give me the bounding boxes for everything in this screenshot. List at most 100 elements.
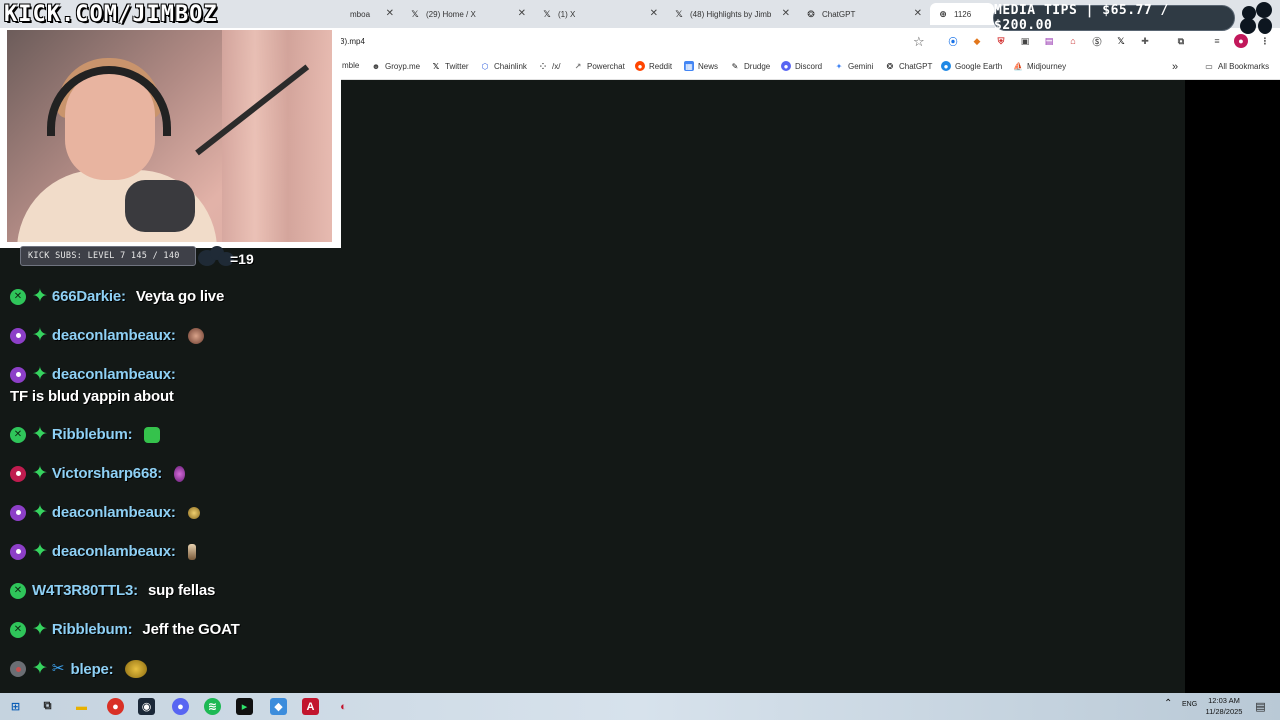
metamask-icon[interactable]: ◆ (970, 34, 984, 48)
tab-active[interactable]: ⊕ 1126 (930, 3, 994, 25)
media-tips-goal: MEDIA TIPS | $65.77 / $200.00 (993, 3, 1235, 33)
bookmark-chainlink[interactable]: ⬡ Chainlink (480, 61, 527, 71)
chevron-up-icon[interactable]: ⌃ (1164, 698, 1172, 709)
steam-icon[interactable]: ◉ (138, 698, 155, 715)
bookmark-reddit[interactable]: ● Reddit (635, 61, 672, 71)
extension-purple-icon[interactable]: ▤ (1042, 34, 1056, 48)
chat-username[interactable]: Ribblebum: (52, 621, 133, 638)
bookmark-label: News (698, 61, 719, 71)
bookmark-google-earth[interactable]: ● Google Earth (941, 61, 1002, 71)
close-icon[interactable]: ✕ (518, 8, 526, 19)
chat-username[interactable]: Victorsharp668: (52, 465, 162, 482)
task-view-icon[interactable]: ⧉ (39, 698, 56, 715)
spotify-icon[interactable]: ≋ (204, 698, 221, 715)
more-bookmarks-button[interactable]: » (1172, 61, 1178, 73)
verified-badge-icon: ✕ (10, 621, 26, 638)
sparkle-badge-icon: ✦ (32, 540, 48, 562)
bookmark-x-board[interactable]: ⁘ /x/ (538, 61, 561, 71)
bookmark-discord[interactable]: ● Discord (781, 61, 822, 71)
tab-label: (48) Highlights by Jimb (690, 9, 772, 19)
extension-red-icon[interactable]: ⌂ (1066, 34, 1080, 48)
shield-icon[interactable]: ⛨ (994, 34, 1008, 48)
bookmark-label: Drudge (744, 61, 771, 71)
bookmark-powerchat[interactable]: ↗ Powerchat (573, 61, 625, 71)
chat-username[interactable]: W4T3R80TTL3: (32, 582, 138, 599)
bookmark-label: Reddit (649, 61, 673, 71)
bookmark-label: mble (342, 61, 360, 70)
notification-icon[interactable]: ▤ (1252, 698, 1269, 715)
windows-taskbar: ⊞ ⧉ ▬ ● ◉ ● ≋ ▸ ◆ A ◐ ⌃ ENG 12:03 AM 11/… (0, 693, 1280, 720)
avatar[interactable]: ● (1234, 34, 1248, 48)
webcam-feed (7, 30, 332, 242)
media-controls-icon[interactable]: ≡ (1210, 34, 1224, 48)
bookmark-twitter[interactable]: 𝕏 Twitter (431, 61, 469, 71)
chat-username[interactable]: deaconlambeaux: (52, 543, 176, 560)
chat-message: ✦ deaconlambeaux: (10, 503, 200, 522)
chat-message: ✦ Victorsharp668: (10, 464, 186, 483)
puzzle-icon[interactable]: ✚ (1138, 34, 1152, 48)
bookmark-drudge[interactable]: ✎ Drudge (730, 61, 771, 71)
chat-username[interactable]: 666Darkie: (52, 288, 126, 305)
chat-text: Jeff the GOAT (142, 621, 240, 638)
extension-wave-icon[interactable]: ⦿ (946, 34, 960, 48)
bookmark-gemini[interactable]: ✦ Gemini (834, 61, 874, 71)
emote-icon (144, 426, 161, 443)
chat-username[interactable]: deaconlambeaux: (52, 366, 176, 383)
close-icon[interactable]: ✕ (650, 8, 658, 19)
app-icon[interactable]: ◆ (270, 698, 287, 715)
terminal-icon[interactable]: ▸ (236, 698, 253, 715)
emote-icon (125, 660, 148, 678)
bookmark-mble[interactable]: mble (342, 61, 359, 70)
chat-message: ✕ ✦ 666Darkie: Veyta go live (10, 287, 224, 306)
bookmark-midjourney[interactable]: ⛵ Midjourney (1013, 61, 1066, 71)
chrome-icon[interactable]: ● (107, 698, 124, 715)
tab-x[interactable]: 𝕏 (1) X ✕ (534, 3, 664, 25)
url-text[interactable]: 3).mp4 (340, 37, 365, 46)
sword-badge-icon: ✂ (51, 660, 65, 677)
sparkle-badge-icon: ✦ (32, 658, 48, 679)
close-icon[interactable]: ✕ (782, 8, 790, 19)
bookmark-groyp[interactable]: ☻ Groyp.me (371, 61, 420, 71)
media-tips-label: MEDIA TIPS | $65.77 / $200.00 (994, 3, 1169, 33)
chat-message: ✦ deaconlambeaux: (10, 365, 186, 384)
chat-message: ✦ ✂ blepe: (10, 658, 148, 679)
tab-home-x[interactable]: 𝕏 (29) Home / X ✕ (402, 3, 532, 25)
extension-s-icon[interactable]: Ⓢ (1090, 34, 1104, 48)
extension-icon[interactable]: ▣ (1018, 34, 1032, 48)
discord-icon[interactable]: ● (172, 698, 189, 715)
close-icon[interactable]: ✕ (386, 8, 394, 19)
chat-message: ✕ ✦ Ribblebum: (10, 425, 161, 444)
adobe-icon[interactable]: A (302, 698, 319, 715)
chat-username[interactable]: deaconlambeaux: (52, 327, 176, 344)
chat-username[interactable]: deaconlambeaux: (52, 504, 176, 521)
bookmark-chatgpt[interactable]: ❂ ChatGPT (885, 61, 933, 71)
emote-icon (187, 327, 204, 344)
chat-message: ✦ deaconlambeaux: (10, 326, 204, 345)
all-bookmarks-button[interactable]: ▭ All Bookmarks (1204, 61, 1269, 71)
tab-mboa[interactable]: mboa ✕ (342, 3, 400, 25)
split-screen-icon[interactable]: ⧉ (1174, 34, 1188, 48)
chatgpt-icon: ❂ (807, 8, 815, 19)
chat-username[interactable]: blepe: (71, 661, 114, 678)
verified-badge-icon: ✕ (10, 426, 26, 443)
bookmark-star-icon[interactable]: ☆ (913, 34, 925, 50)
drudge-icon: ✎ (731, 61, 739, 71)
file-explorer-icon[interactable]: ▬ (73, 698, 90, 715)
kick-subs-goal: KICK SUBS: LEVEL 7 145 / 140 (20, 246, 196, 266)
tab-highlights[interactable]: 𝕏 (48) Highlights by Jimb ✕ (666, 3, 796, 25)
system-clock[interactable]: 12:03 AM 11/28/2025 (1204, 695, 1244, 717)
menu-kebab-icon[interactable]: ⋮ (1258, 34, 1272, 48)
midjourney-icon: ⛵ (1013, 61, 1023, 71)
sub-badge-icon (10, 366, 26, 383)
close-icon[interactable]: ✕ (914, 8, 922, 19)
language-indicator[interactable]: ENG (1182, 701, 1197, 708)
tab-label: ChatGPT (822, 9, 856, 19)
x-extension-icon[interactable]: 𝕏 (1114, 34, 1128, 48)
chat-message: ✕ ✦ Ribblebum: Jeff the GOAT (10, 620, 240, 639)
bookmark-label: All Bookmarks (1218, 61, 1270, 71)
app-mouse-icon[interactable]: ◐ (335, 698, 352, 715)
bookmark-news[interactable]: ▦ News (684, 61, 718, 71)
tab-chatgpt[interactable]: ❂ ChatGPT ✕ (798, 3, 928, 25)
chat-username[interactable]: Ribblebum: (52, 426, 133, 443)
start-windows-icon[interactable]: ⊞ (7, 698, 24, 715)
